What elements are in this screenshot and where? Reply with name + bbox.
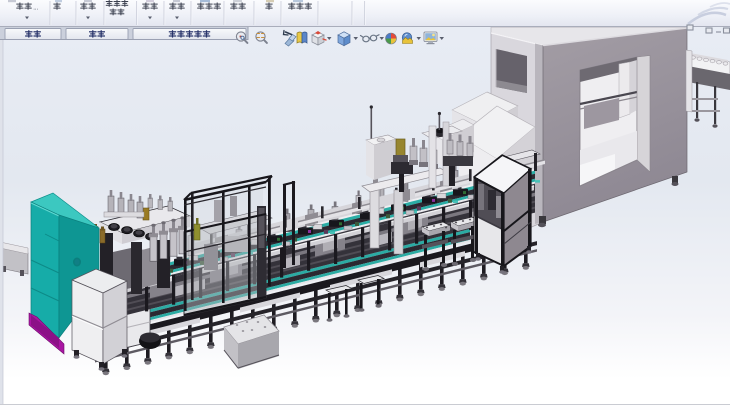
svg-text:...: ... xyxy=(33,6,38,12)
